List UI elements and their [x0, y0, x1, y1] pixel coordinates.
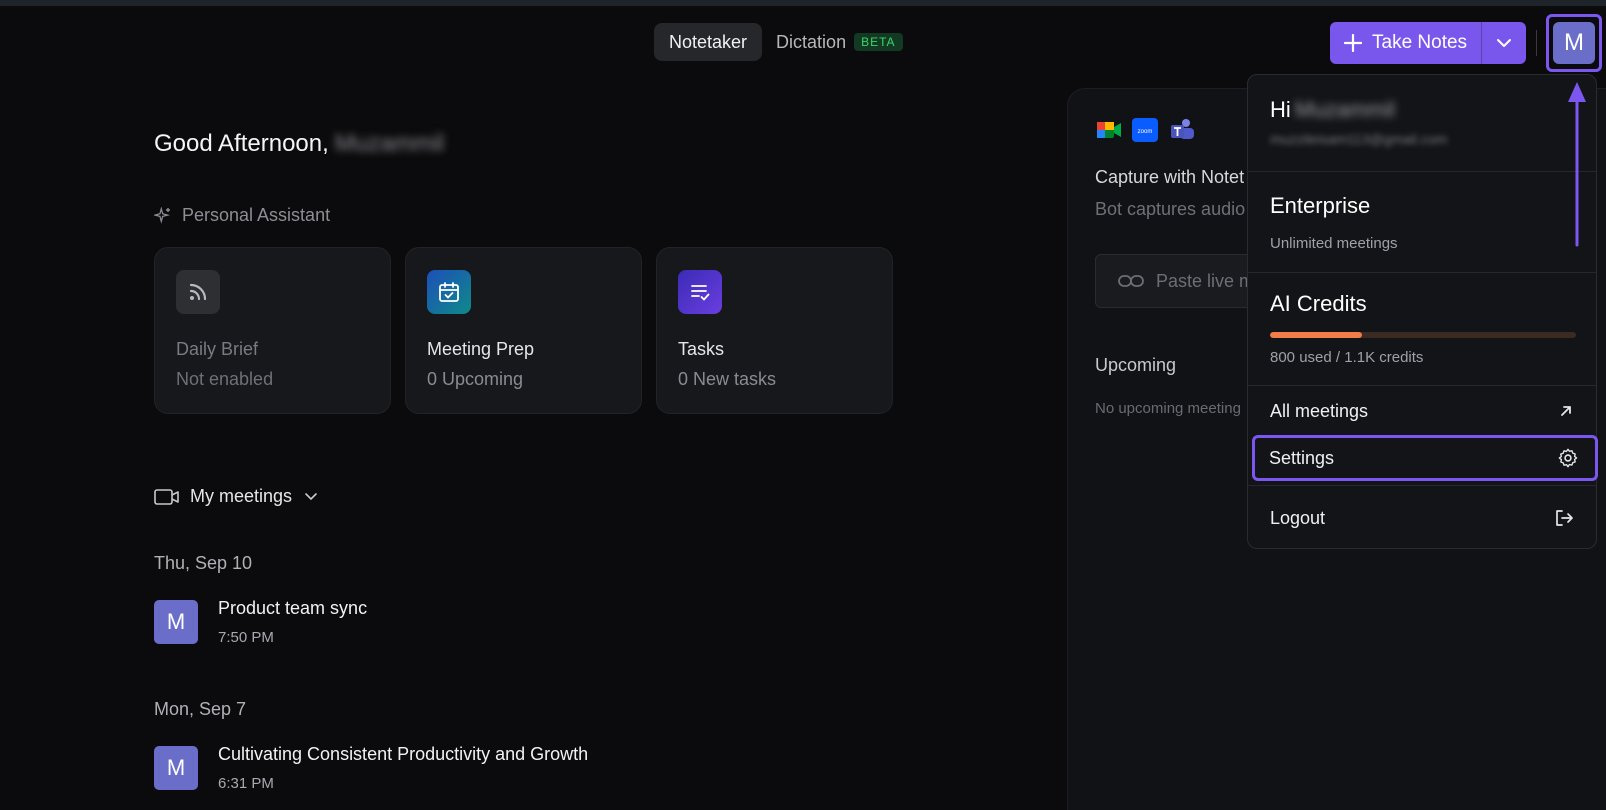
card-title: Tasks [678, 339, 725, 359]
avatar: M [1553, 22, 1595, 64]
meeting-avatar: M [154, 746, 198, 790]
menu-item-settings[interactable]: Settings [1252, 435, 1598, 481]
card-subtitle: 0 New tasks [678, 369, 777, 389]
tab-dictation-label: Dictation [776, 31, 847, 52]
take-notes-button[interactable]: Take Notes [1330, 22, 1482, 64]
logout-icon [1556, 510, 1573, 526]
greeting: Good Afternoon, Muzammil [154, 130, 444, 158]
account-avatar-button[interactable]: M [1546, 14, 1602, 72]
meeting-avatar: M [154, 600, 198, 644]
menu-item-logout[interactable]: Logout [1254, 495, 1590, 541]
meeting-date-header: Mon, Sep 7 [154, 699, 247, 719]
menu-item-label: All meetings [1270, 400, 1369, 421]
tab-notetaker-label: Notetaker [669, 31, 748, 52]
menu-item-label: Logout [1270, 507, 1326, 528]
beta-badge: BETA [854, 33, 903, 51]
menu-item-label: Settings [1269, 447, 1335, 468]
menu-plan-detail: Unlimited meetings [1270, 235, 1398, 252]
meeting-date-header: Thu, Sep 10 [154, 553, 253, 573]
card-tasks[interactable]: Tasks 0 New tasks [656, 247, 893, 414]
teams-icon [1171, 119, 1194, 139]
mode-tabs: Notetaker Dictation BETA [654, 23, 918, 61]
menu-user-email: muzzileisam113@gmail.com [1270, 131, 1448, 147]
card-daily-brief[interactable]: Daily Brief Not enabled [154, 247, 391, 414]
capture-subtitle: Bot captures audio [1095, 199, 1246, 219]
tab-notetaker[interactable]: Notetaker [654, 23, 763, 61]
card-subtitle: Not enabled [176, 369, 274, 389]
meeting-time: 6:31 PM [218, 775, 274, 792]
take-notes-label: Take Notes [1372, 32, 1468, 53]
google-meet-icon [1097, 122, 1121, 138]
my-meetings-filter[interactable]: My meetings [154, 486, 328, 507]
menu-divider [1248, 385, 1596, 386]
my-meetings-label: My meetings [190, 486, 293, 506]
upcoming-header: Upcoming [1095, 355, 1177, 375]
link-icon [1118, 275, 1144, 287]
menu-divider [1248, 171, 1596, 172]
arrow-up-right-icon [1561, 406, 1571, 416]
greeting-text: Good Afternoon, [154, 130, 329, 157]
chevron-down-icon [1497, 39, 1511, 47]
rss-icon [176, 270, 220, 314]
menu-divider [1248, 485, 1596, 486]
sparkle-icon [154, 206, 170, 224]
take-notes-dropdown-button[interactable] [1482, 22, 1526, 64]
credits-progress-bar [1270, 332, 1576, 338]
meeting-time: 7:50 PM [218, 629, 274, 646]
credits-progress-fill [1270, 332, 1362, 338]
window-top-border [0, 0, 1606, 6]
menu-credits-title: AI Credits [1270, 291, 1367, 316]
header-divider [1536, 30, 1537, 56]
tab-dictation[interactable]: Dictation BETA [766, 23, 917, 61]
take-notes-split-button: Take Notes [1330, 22, 1526, 64]
menu-item-all-meetings[interactable]: All meetings [1254, 388, 1590, 434]
menu-greeting: Hi Muzammil [1270, 97, 1395, 123]
account-menu: Hi Muzammil muzzileisam113@gmail.com Ente… [1247, 74, 1598, 549]
menu-user-name: Muzammil [1294, 97, 1396, 122]
video-camera-icon [154, 488, 179, 505]
annotation-arrow [1568, 82, 1586, 247]
meeting-title: Cultivating Consistent Productivity and … [218, 744, 589, 764]
menu-credits-text: 800 used / 1.1K credits [1270, 349, 1424, 366]
personal-assistant-header: Personal Assistant [154, 205, 330, 226]
card-meeting-prep[interactable]: Meeting Prep 0 Upcoming [405, 247, 642, 414]
capture-title: Capture with Notet [1095, 167, 1245, 187]
chevron-down-icon [305, 493, 317, 501]
meeting-title: Product team sync [218, 598, 368, 618]
calendar-check-icon [427, 270, 471, 314]
plus-icon [1344, 34, 1362, 52]
checklist-icon [678, 270, 722, 314]
no-upcoming-text: No upcoming meeting [1095, 400, 1241, 417]
personal-assistant-label: Personal Assistant [182, 205, 331, 225]
gear-icon [1558, 448, 1578, 468]
zoom-icon: zoom [1132, 118, 1158, 142]
paste-placeholder: Paste live m [1156, 270, 1255, 291]
menu-plan-name: Enterprise [1270, 193, 1371, 218]
card-title: Daily Brief [176, 339, 259, 359]
menu-divider [1248, 272, 1596, 273]
card-title: Meeting Prep [427, 339, 535, 359]
greeting-name: Muzammil [334, 130, 445, 157]
menu-greeting-text: Hi [1270, 97, 1291, 122]
svg-text:zoom: zoom [1138, 129, 1153, 135]
card-subtitle: 0 Upcoming [427, 369, 524, 389]
